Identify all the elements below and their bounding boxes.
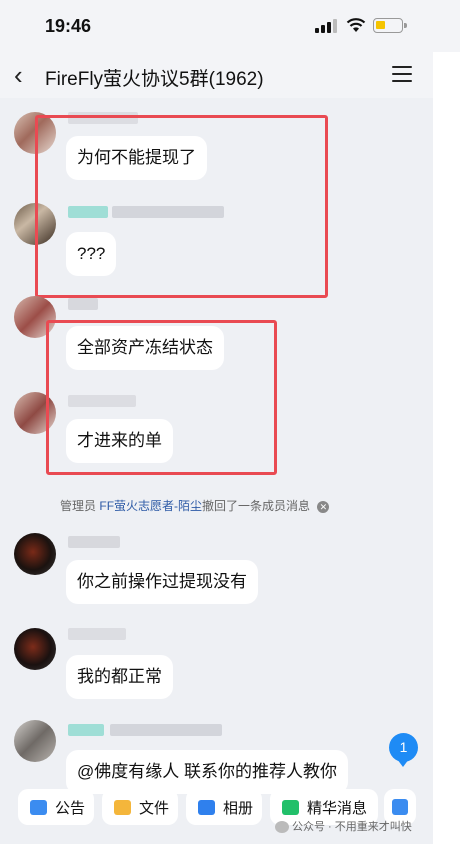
scroll-track [433,52,460,844]
album-button[interactable]: 相册 [186,789,262,825]
recall-notice: 管理员 FF萤火志愿者-陌尘撤回了一条成员消息 ✕ [60,497,330,514]
highlight-box [46,320,277,475]
sender-name-blurred [110,724,222,736]
essence-icon [282,799,299,815]
essence-label: 精华消息 [307,799,368,817]
sender-name-blurred [68,298,98,310]
message-bubble[interactable]: 我的都正常 [66,655,173,699]
announcement-icon [30,799,47,815]
notice-prefix: 管理员 [60,499,97,513]
group-title: FireFly萤火协议5群(1962) [45,69,264,90]
announcement-button[interactable]: 公告 [18,789,94,825]
files-button[interactable]: 文件 [102,789,178,825]
sender-name-blurred [68,536,120,548]
avatar[interactable] [14,533,56,575]
menu-icon[interactable] [392,66,412,82]
watermark: 公众号 · 不用重来才叫快 [275,818,412,834]
album-label: 相册 [223,799,254,817]
files-label: 文件 [139,799,170,817]
avatar[interactable] [14,628,56,670]
message-bubble[interactable]: 你之前操作过提现没有 [66,560,258,604]
battery-icon [373,18,407,33]
announcement-label: 公告 [55,799,86,817]
cellular-signal-icon [315,19,337,33]
sender-name-blurred [68,724,104,736]
quick-action-bar: 公告 文件 相册 精华消息 [0,784,433,844]
avatar[interactable] [14,720,56,762]
wechat-official-account-icon [275,821,289,834]
folder-icon [114,799,131,815]
highlight-box [35,115,328,298]
apps-grid-icon [392,799,408,815]
close-icon[interactable]: ✕ [317,500,330,513]
admin-name-link[interactable]: FF萤火志愿者-陌尘 [99,499,202,513]
wifi-icon [346,18,366,32]
notice-suffix: 撤回了一条成员消息 [202,499,311,513]
sender-name-blurred [68,628,126,640]
unread-count-badge[interactable]: 1 [389,733,418,767]
status-time: 19:46 [45,16,92,36]
back-icon[interactable]: ‹ [14,62,23,88]
chat-header: ‹ FireFly萤火协议5群(1962) [0,52,433,98]
album-icon [198,799,215,815]
watermark-text: 公众号 · 不用重来才叫快 [292,821,412,833]
status-bar: 19:46 [0,0,460,52]
